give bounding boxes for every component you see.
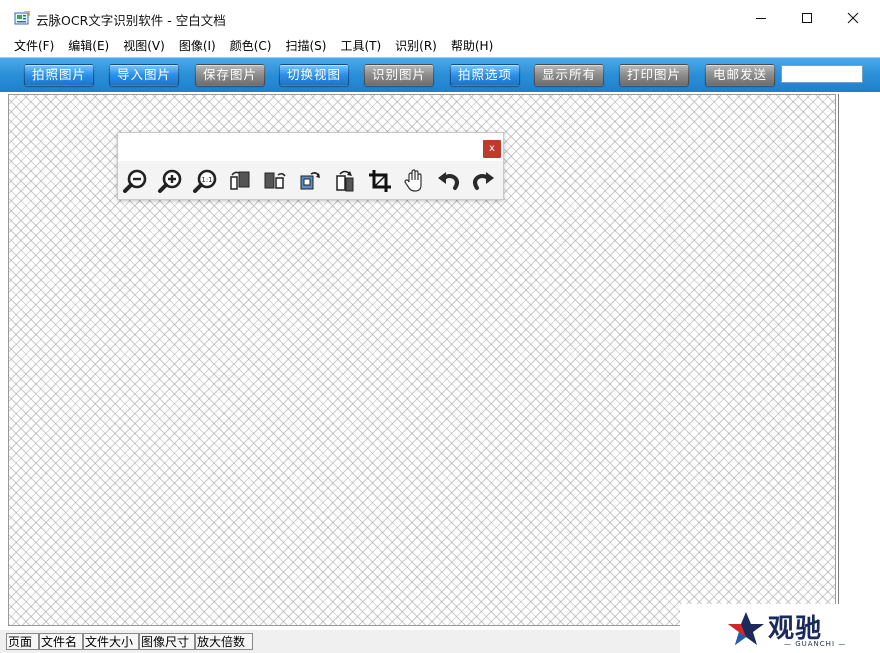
window-title: 云脉OCR文字识别软件 - 空白文档 (36, 13, 226, 28)
photo-options-button[interactable]: 拍照选项 (450, 64, 520, 86)
minimize-icon (756, 18, 766, 19)
maximize-button[interactable] (784, 0, 830, 36)
menu-edit[interactable]: 编辑(E) (61, 36, 116, 56)
title-bar: 云脉OCR文字识别软件 - 空白文档 (0, 0, 880, 36)
minimize-button[interactable] (738, 0, 784, 36)
redo-icon[interactable] (469, 167, 497, 195)
status-filename: 文件名 (39, 633, 83, 650)
email-send-button[interactable]: 电邮发送 (705, 64, 775, 86)
menu-help[interactable]: 帮助(H) (444, 36, 500, 56)
show-all-button[interactable]: 显示所有 (534, 64, 604, 86)
star-logo-icon (728, 612, 764, 645)
menu-scan[interactable]: 扫描(S) (278, 36, 333, 56)
menu-image[interactable]: 图像(I) (172, 36, 223, 56)
recognize-image-button[interactable]: 识别图片 (364, 64, 434, 86)
status-page: 页面 (6, 633, 39, 650)
status-imagesize: 图像尺寸 (139, 633, 195, 650)
side-panel (838, 94, 878, 626)
undo-icon[interactable] (435, 167, 463, 195)
zoom-out-icon[interactable] (121, 167, 149, 195)
crop-icon[interactable] (366, 167, 394, 195)
close-icon (847, 12, 859, 24)
import-image-button[interactable]: 导入图片 (109, 64, 179, 86)
menu-bar: 文件(F) 编辑(E) 视图(V) 图像(I) 颜色(C) 扫描(S) 工具(T… (0, 36, 880, 56)
image-tools-close-button[interactable]: x (483, 140, 501, 158)
rotate-right-icon[interactable] (296, 167, 324, 195)
app-icon (14, 10, 30, 25)
menu-file[interactable]: 文件(F) (0, 36, 61, 56)
hand-pan-icon[interactable] (401, 167, 429, 195)
menu-color[interactable]: 颜色(C) (223, 36, 279, 56)
close-window-button[interactable] (830, 0, 876, 36)
actual-size-icon[interactable]: 1:1 (191, 167, 219, 195)
actual-size-label: 1:1 (201, 176, 212, 184)
image-tools-header[interactable] (118, 133, 503, 161)
watermark-subtext: — GUANCHI — (784, 640, 847, 648)
menu-tools[interactable]: 工具(T) (333, 36, 388, 56)
menu-view[interactable]: 视图(V) (116, 36, 172, 56)
flip-icon[interactable] (261, 167, 289, 195)
rotate-left-icon[interactable] (226, 167, 254, 195)
main-toolbar: 拍照图片 导入图片 保存图片 切换视图 识别图片 拍照选项 显示所有 打印图片 … (0, 57, 880, 93)
rotate-180-icon[interactable] (331, 167, 359, 195)
status-zoom: 放大倍数 (195, 633, 253, 650)
switch-view-button[interactable]: 切换视图 (279, 64, 349, 86)
image-tools-panel[interactable]: x 1:1 (117, 132, 504, 200)
take-photo-button[interactable]: 拍照图片 (24, 64, 94, 86)
maximize-icon (802, 13, 812, 23)
zoom-in-icon[interactable] (156, 167, 184, 195)
save-image-button[interactable]: 保存图片 (195, 64, 265, 86)
status-filesize: 文件大小 (83, 633, 139, 650)
menu-recognize[interactable]: 识别(R) (388, 36, 444, 56)
watermark: 观驰 — GUANCHI — (680, 604, 880, 653)
toolbar-search-input[interactable] (781, 65, 863, 83)
print-image-button[interactable]: 打印图片 (619, 64, 689, 86)
